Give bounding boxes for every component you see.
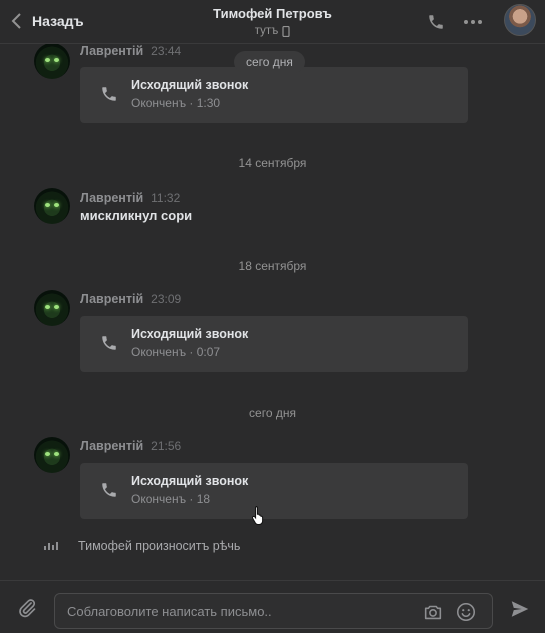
message-input-box[interactable] bbox=[54, 593, 493, 629]
message-history[interactable]: сего дня Лаврентій 23:44 Исходящий звоно… bbox=[0, 44, 545, 580]
call-button[interactable] bbox=[424, 10, 448, 34]
call-title: Исходящий звонок bbox=[131, 474, 249, 488]
call-status: Оконченъ · 18 bbox=[131, 492, 211, 506]
author-avatar[interactable] bbox=[34, 188, 70, 224]
phone-icon bbox=[102, 87, 116, 101]
message-header: Лаврентій 11:32 bbox=[80, 191, 180, 205]
message-time: 23:09 bbox=[151, 292, 182, 306]
date-separator: сего дня bbox=[249, 406, 296, 420]
message-composer bbox=[0, 580, 545, 633]
typing-text: Тимофей произноситъ рѣчь bbox=[78, 539, 241, 553]
author-name[interactable]: Лаврентій bbox=[80, 44, 143, 58]
message-header: Лаврентій 21:56 bbox=[80, 439, 181, 453]
call-title: Исходящий звонок bbox=[131, 327, 249, 341]
author-name[interactable]: Лаврентій bbox=[80, 191, 143, 205]
message-time: 21:56 bbox=[151, 439, 182, 453]
phone-icon bbox=[429, 15, 443, 29]
hand-cursor-icon bbox=[251, 506, 264, 525]
phone-icon bbox=[102, 483, 116, 497]
call-card[interactable]: Исходящий звонок Оконченъ · 1:30 bbox=[80, 67, 468, 123]
call-status: Оконченъ · 0:07 bbox=[131, 345, 221, 359]
typing-bars-icon bbox=[44, 542, 58, 550]
call-title: Исходящий звонок bbox=[131, 78, 249, 92]
more-button[interactable] bbox=[461, 10, 485, 34]
more-horizontal-icon bbox=[464, 20, 482, 24]
paperclip-icon[interactable] bbox=[16, 597, 38, 619]
message-header: Лаврентій 23:09 bbox=[80, 292, 181, 306]
author-avatar[interactable] bbox=[34, 290, 70, 326]
camera-icon[interactable] bbox=[422, 601, 444, 623]
send-icon[interactable] bbox=[509, 598, 531, 620]
message-text: мискликнул сори bbox=[80, 208, 193, 223]
date-separator: 14 сентября bbox=[238, 156, 307, 170]
status-text: тутъ bbox=[254, 25, 279, 37]
sticky-date: сего дня bbox=[234, 51, 305, 73]
chat-header: Назадъ Тимофей Петровъ тутъ bbox=[0, 0, 545, 44]
phone-icon bbox=[102, 336, 116, 350]
message-header: Лаврентій 23:44 bbox=[80, 44, 181, 58]
call-status: Оконченъ · 1:30 bbox=[131, 96, 221, 110]
typing-indicator: Тимофей произноситъ рѣчь bbox=[44, 539, 240, 553]
mobile-phone-icon bbox=[282, 25, 290, 37]
message-time: 23:44 bbox=[151, 44, 182, 58]
peer-avatar[interactable] bbox=[504, 4, 536, 36]
message-input[interactable] bbox=[67, 594, 407, 628]
author-name[interactable]: Лаврентій bbox=[80, 292, 143, 306]
message-time: 11:32 bbox=[151, 191, 181, 205]
author-avatar[interactable] bbox=[34, 437, 70, 473]
author-name[interactable]: Лаврентій bbox=[80, 439, 143, 453]
date-separator: 18 сентября bbox=[238, 259, 307, 273]
author-avatar[interactable] bbox=[34, 44, 70, 79]
call-card[interactable]: Исходящий звонок Оконченъ · 0:07 bbox=[80, 316, 468, 372]
call-card[interactable]: Исходящий звонок Оконченъ · 18 bbox=[80, 463, 468, 519]
peer-status: тутъ bbox=[255, 25, 291, 37]
smile-icon[interactable] bbox=[455, 601, 477, 623]
